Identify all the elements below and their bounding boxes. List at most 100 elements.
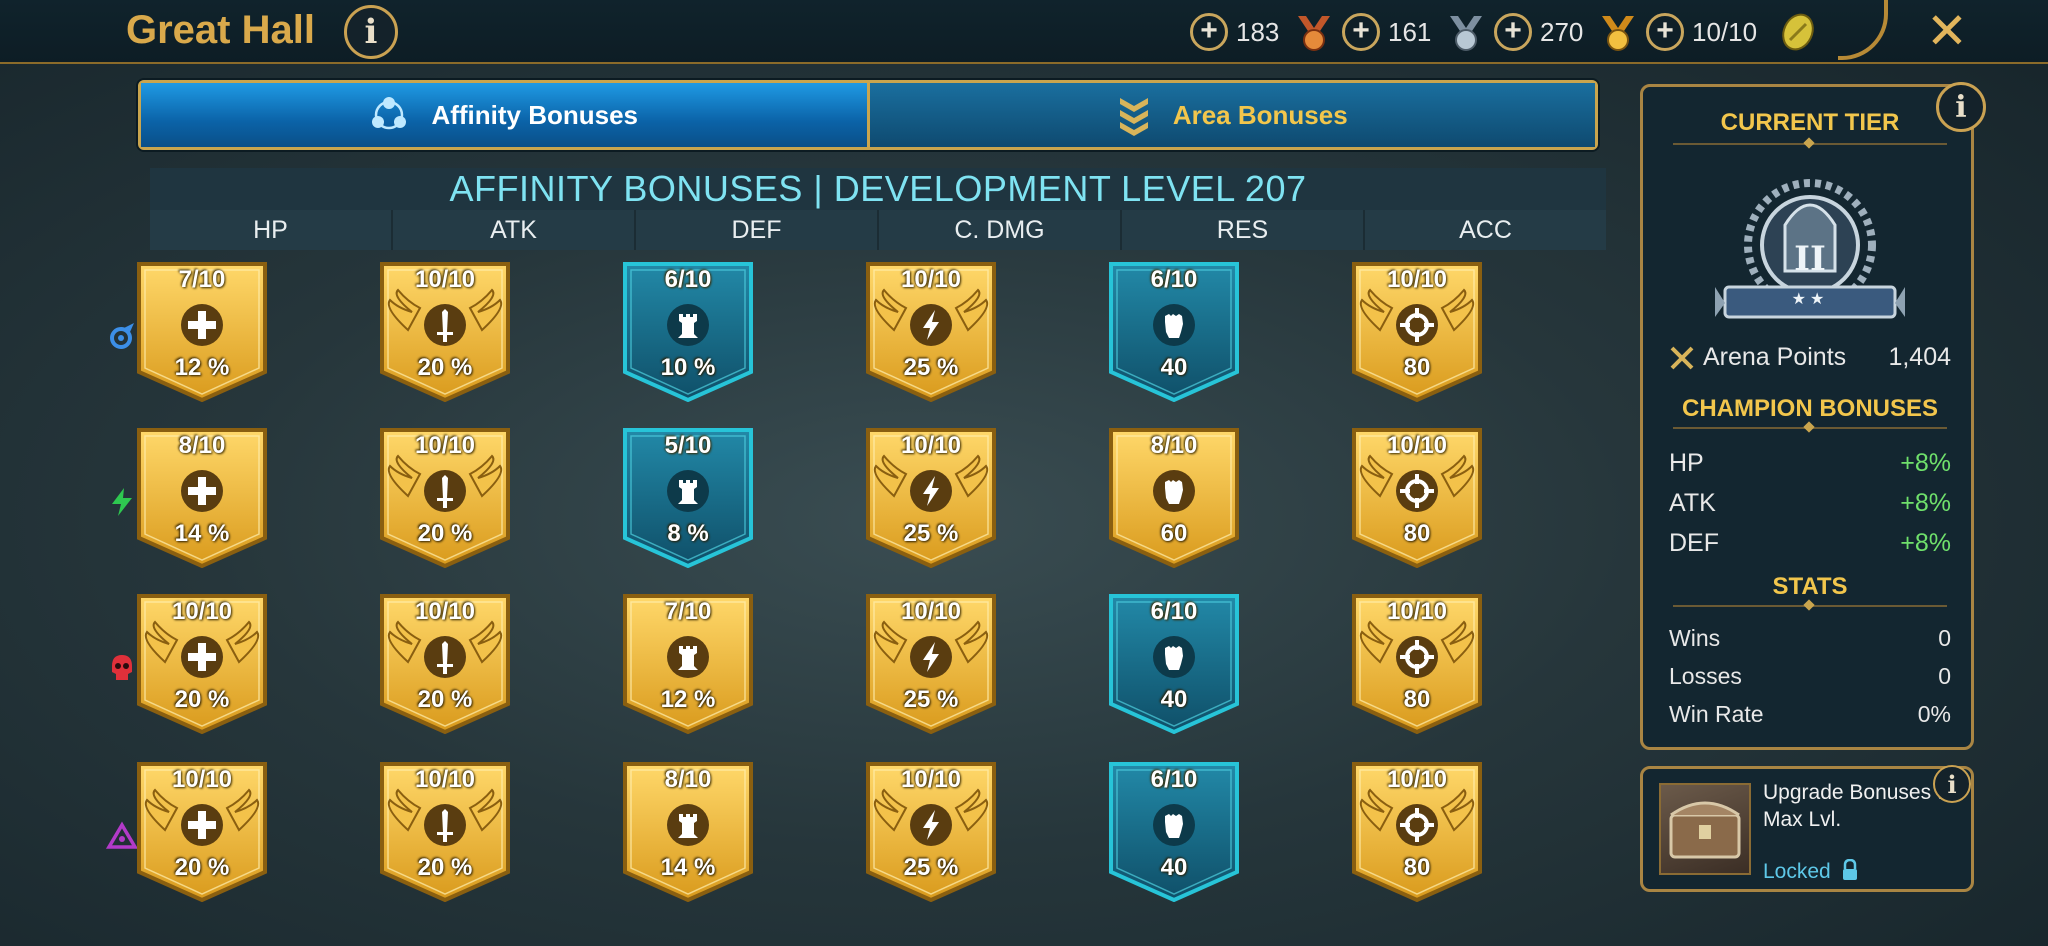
badge-value: 25 % [903,354,959,381]
stat-label: Win Rate [1669,701,1764,727]
badge-level: 10/10 [171,598,233,625]
bonus-badge[interactable]: 5/10 8 % [621,426,755,568]
def-tower-icon [667,804,709,846]
column-header-hp: HP [150,210,393,250]
res-fist-icon [1153,470,1195,512]
add-tokens-button[interactable]: + [1646,13,1684,51]
crossed-swords-icon [1670,346,1694,369]
bonus-badge[interactable]: 7/10 12 % [621,592,755,734]
def-tower-icon [667,636,709,678]
stat-value: 0 [1938,625,1951,651]
add-gold-button[interactable]: + [1494,13,1532,51]
badge-level: 8/10 [664,766,712,793]
arena-token-icon [1782,13,1814,51]
badge-value: 20 % [417,520,473,547]
upgrade-card[interactable]: Upgrade Bonuses to Max Lvl. Locked i [1640,765,1974,892]
res-fist-icon [1153,304,1195,346]
arena-token-count: 10/10 [1692,16,1758,47]
bonus-badge[interactable]: 10/10 80 [1350,260,1484,402]
badge-level: 10/10 [1386,598,1448,625]
badge-level: 10/10 [1386,432,1448,459]
cdmg-lightning-icon [910,804,952,846]
bonus-badge[interactable]: 10/10 25 % [864,426,998,568]
bonus-badge[interactable]: 10/10 20 % [135,592,269,734]
spirit-affinity-icon [112,488,132,516]
bonus-row-def: DEF +8% [1669,529,1951,558]
info-icon[interactable]: i [344,5,398,59]
bonus-badge[interactable]: 10/10 80 [1350,592,1484,734]
bonus-badge[interactable]: 7/10 12 % [135,260,269,402]
badge-level: 10/10 [1386,266,1448,293]
hp-cross-icon [181,804,223,846]
bonus-badge[interactable]: 10/10 80 [1350,426,1484,568]
badge-level: 6/10 [1150,266,1198,293]
bonus-badge[interactable]: 10/10 80 [1350,760,1484,902]
bonus-badge[interactable]: 10/10 25 % [864,760,998,902]
bonus-badge[interactable]: 10/10 25 % [864,592,998,734]
acc-crosshair-icon [1396,304,1438,346]
bonus-badge[interactable]: 8/10 14 % [135,426,269,568]
atk-sword-icon [424,804,466,846]
arena-points-row: Arena Points 1,404 [1669,343,1951,372]
bonus-badge[interactable]: 6/10 40 [1107,592,1241,734]
badge-level: 10/10 [414,432,476,459]
atk-sword-icon [424,470,466,512]
bronze-count: 183 [1236,16,1280,47]
badge-value: 80 [1403,520,1431,547]
badge-level: 10/10 [900,266,962,293]
cdmg-lightning-icon [910,304,952,346]
badge-value: 20 % [174,854,230,881]
badge-level: 10/10 [414,598,476,625]
bonus-badge[interactable]: 8/10 14 % [621,760,755,902]
stat-value: 0% [1917,701,1951,727]
close-button[interactable]: ✕ [1926,2,1968,60]
stats-row-wins: Wins 0 [1669,625,1951,652]
bonus-badge[interactable]: 6/10 10 % [621,260,755,402]
area-chevrons-icon [1119,98,1148,136]
badge-level: 6/10 [1150,766,1198,793]
badge-value: 20 % [417,854,473,881]
stats-heading: STATS [1772,573,1848,600]
champion-bonuses-heading: CHAMPION BONUSES [1681,395,1939,422]
arena-points-value: 1,404 [1888,343,1951,371]
bonus-badge[interactable]: 10/10 20 % [135,760,269,902]
column-header-def: DEF [636,210,879,250]
tab-affinity-bonuses[interactable]: Affinity Bonuses [141,83,867,147]
cdmg-lightning-icon [910,636,952,678]
bonus-row-hp: HP +8% [1669,449,1951,478]
resource-gold-medals: + 270 [1494,12,1640,52]
badge-level: 7/10 [664,598,712,625]
bonus-badge[interactable]: 10/10 25 % [864,260,998,402]
res-fist-icon [1153,636,1195,678]
divider [1673,427,1947,429]
bonus-badge[interactable]: 6/10 40 [1107,260,1241,402]
acc-crosshair-icon [1396,636,1438,678]
badge-level: 10/10 [414,766,476,793]
bonus-stat-value: +8% [1900,489,1951,517]
hp-cross-icon [181,304,223,346]
bronze-medal-icon [1298,16,1330,51]
tier-stars: ★★ [1791,291,1829,308]
lock-icon [1842,858,1857,880]
bonus-badge[interactable]: 10/10 20 % [378,592,512,734]
bonus-badge[interactable]: 8/10 60 [1107,426,1241,568]
tier-info-icon[interactable]: i [1936,82,1986,132]
bonus-badge[interactable]: 6/10 40 [1107,760,1241,902]
add-bronze-button[interactable]: + [1190,13,1228,51]
top-bar: Great Hall i + 183 + 161 + 270 + 10/10 ✕ [0,0,2048,64]
bonus-badge[interactable]: 10/10 20 % [378,760,512,902]
magic-affinity-icon [110,323,134,349]
column-header-res: RES [1122,210,1365,250]
badge-value: 8 % [667,520,709,547]
upgrade-info-icon[interactable]: i [1933,765,1971,803]
def-tower-icon [667,304,709,346]
tab-area-bonuses[interactable]: Area Bonuses [866,83,1595,147]
bonus-badge[interactable]: 10/10 20 % [378,426,512,568]
gold-medal-icon [1602,16,1634,51]
badge-level: 6/10 [664,266,712,293]
badge-value: 40 [1160,686,1188,713]
bonus-badge[interactable]: 10/10 20 % [378,260,512,402]
add-silver-button[interactable]: + [1342,13,1380,51]
badge-value: 25 % [903,854,959,881]
acc-crosshair-icon [1396,470,1438,512]
